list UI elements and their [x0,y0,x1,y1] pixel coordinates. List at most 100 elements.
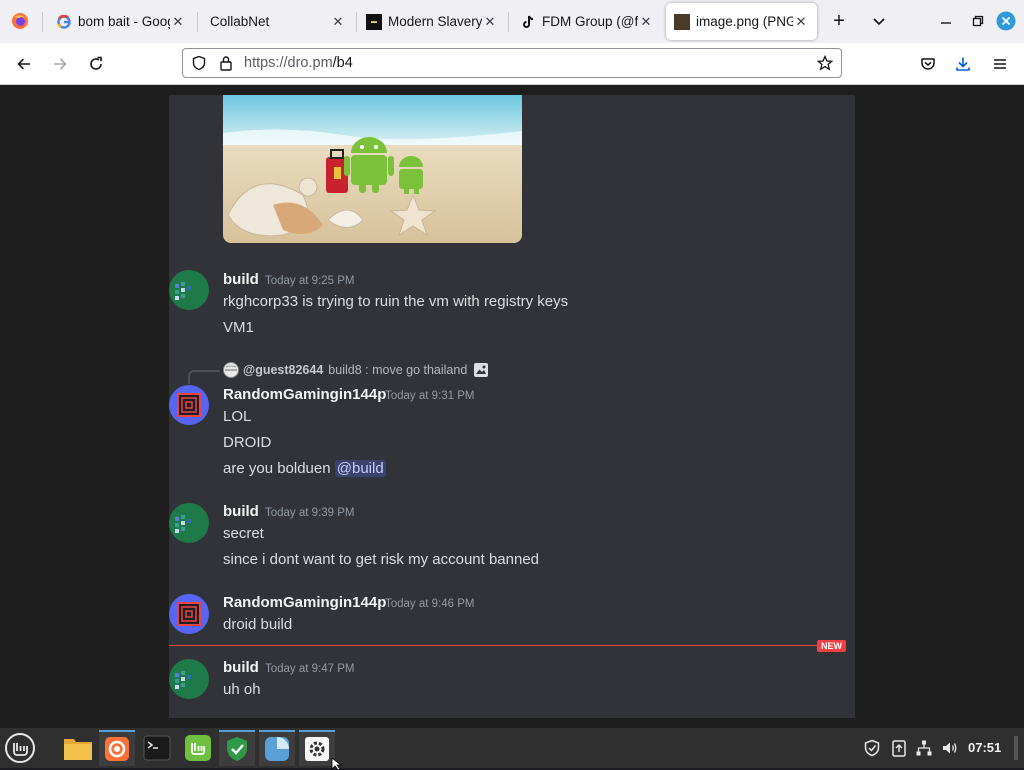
clipboard-tray[interactable] [889,738,909,758]
google-icon [56,14,72,30]
timestamp: Today at 9:39 PM [265,507,355,519]
tiktok-icon [520,14,536,30]
mintinstall-launcher[interactable] [180,730,216,766]
close-tab-icon[interactable]: ✕ [330,14,346,30]
user-mention[interactable]: @build [334,460,386,477]
clock[interactable]: 07:51 [968,740,1001,755]
timestamp: Today at 9:31 PM [385,390,475,402]
username[interactable]: build [223,503,259,520]
close-window-button[interactable] [996,8,1016,34]
tab-label: CollabNet [210,14,270,29]
navigation-toolbar: https://dro.pm/b4 [0,43,1024,85]
reply-preview[interactable]: @guest82644 build8 : move go thailand [223,360,489,380]
settings-taskbar-button[interactable] [299,730,335,766]
volume-tray[interactable] [940,738,960,758]
linux-mint-icon [5,733,35,763]
restore-button[interactable] [968,8,988,34]
shield-tray-icon [864,739,880,757]
chevron-down-icon [873,18,885,26]
shield-icon[interactable] [191,55,207,71]
plus-icon: + [833,9,845,32]
new-messages-divider [169,645,819,646]
hamburger-menu-icon [994,59,1006,69]
back-button[interactable] [9,49,39,79]
speaker-icon [943,742,957,754]
firefox-taskbar-button[interactable] [99,730,135,766]
message-text: are you bolduen [223,460,331,477]
tab-collabnet[interactable]: CollabNet ✕ [202,3,354,40]
close-tab-icon[interactable]: ✕ [482,14,498,30]
avatar-randomgamingin144p[interactable] [169,594,209,634]
pocket-button[interactable] [913,49,943,79]
timestamp: Today at 9:46 PM [385,598,475,610]
network-tray[interactable] [914,738,934,758]
document-viewer-icon [265,737,289,761]
update-manager-tray[interactable] [862,738,882,758]
reply-username[interactable]: @guest82644 [243,363,323,377]
firefox-icon [12,13,28,29]
url-host: https://dro.pm [244,55,333,71]
username[interactable]: build [223,271,259,288]
message-text: secret [223,525,264,542]
downloads-button[interactable] [948,49,978,79]
forward-button[interactable] [45,49,75,79]
page-content: build Today at 9:25 PM rkghcorp33 is try… [0,85,1024,728]
gear-icon [305,737,329,761]
firefox-view-button[interactable] [8,8,32,34]
software-manager-icon [185,735,211,761]
show-desktop-button[interactable] [1014,736,1018,760]
list-all-tabs-button[interactable] [866,8,892,34]
new-tab-button[interactable]: + [826,8,852,34]
vpn-taskbar-button[interactable] [219,730,255,766]
file-viewer-taskbar-button[interactable] [259,730,295,766]
restore-icon [972,15,984,27]
terminal-icon [143,735,171,761]
minimize-button[interactable] [936,8,956,34]
message-text: rkghcorp33 is trying to ruin the vm with… [223,293,569,310]
image-attachment-icon [474,363,489,377]
tab-image-png[interactable]: image.png (PNG ✕ [666,3,817,40]
reload-icon [90,56,102,70]
taskbar: 07:51 [0,728,1024,770]
bookmark-star-icon[interactable] [817,55,833,71]
reply-text: build8 : move go thailand [328,363,468,377]
url-text: https://dro.pm/b4 [244,55,353,71]
mouse-cursor-icon [331,758,343,770]
close-tab-icon[interactable]: ✕ [170,14,186,30]
tab-label: Modern Slavery [388,14,482,29]
tab-bom-bait[interactable]: bom bait - Google ✕ [48,3,194,40]
app-menu-button[interactable] [985,49,1015,79]
username[interactable]: build [223,659,259,676]
files-launcher[interactable] [60,730,96,766]
folder-icon [64,739,92,760]
mint-menu-button[interactable] [2,730,38,766]
close-tab-icon[interactable]: ✕ [638,14,654,30]
username[interactable]: RandomGamingin144p [223,594,386,611]
message-text: since i dont want to get risk my account… [223,551,540,568]
timestamp: Today at 9:47 PM [265,663,355,675]
tab-fdm-group[interactable]: FDM Group (@fd ✕ [512,3,662,40]
network-icon [916,740,932,756]
tab-strip: bom bait - Google ✕ CollabNet ✕ ▬ Modern… [0,0,1024,43]
chat-log[interactable]: build Today at 9:25 PM rkghcorp33 is try… [169,95,855,718]
message-text: uh oh [223,681,261,698]
reload-button[interactable] [81,49,111,79]
tab-modern-slavery[interactable]: ▬ Modern Slavery ✕ [358,3,506,40]
arrow-left-icon [17,58,30,70]
firefox-icon [105,737,129,761]
avatar-build[interactable] [169,659,209,699]
url-path: /b4 [332,55,353,71]
avatar-build[interactable] [169,503,209,543]
android-beach-image[interactable] [223,95,522,243]
modern-slavery-favicon: ▬ [366,13,382,30]
avatar-randomgamingin144p[interactable] [169,385,209,425]
url-bar[interactable]: https://dro.pm/b4 [182,48,842,78]
lock-icon[interactable] [219,55,233,71]
arrow-right-icon [54,58,67,70]
close-tab-icon[interactable]: ✕ [793,14,809,30]
username[interactable]: RandomGamingin144p [223,386,386,403]
shield-check-icon [227,737,247,761]
avatar-build[interactable] [169,270,209,310]
minimize-icon [941,22,951,24]
terminal-launcher[interactable] [139,730,175,766]
